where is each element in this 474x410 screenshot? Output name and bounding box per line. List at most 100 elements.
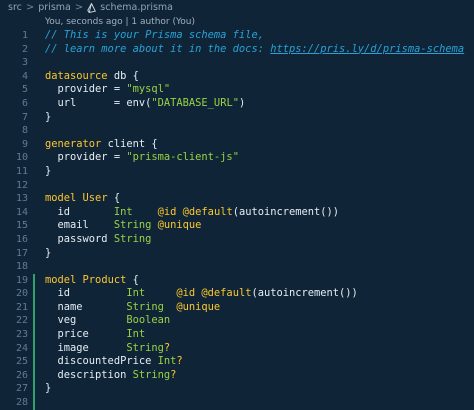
line-content: price Int bbox=[45, 328, 146, 342]
code-line[interactable]: 24 image String? bbox=[0, 341, 474, 356]
code-token: price bbox=[45, 328, 127, 341]
line-content: provider = "prisma-client-js" bbox=[45, 151, 239, 165]
code-line[interactable]: 2 // learn more about it in the docs: htt… bbox=[0, 43, 474, 57]
line-number: 4 bbox=[21, 70, 28, 82]
code-line[interactable]: 14 id Int @id @default(autoincrement()) bbox=[0, 206, 474, 220]
line-content: provider = "mysql" bbox=[45, 83, 171, 97]
chevron-right-icon: > bbox=[25, 2, 35, 13]
code-token: } bbox=[45, 164, 52, 177]
code-line[interactable]: 7} bbox=[0, 111, 474, 125]
code-line[interactable]: 17} bbox=[0, 247, 474, 261]
code-line[interactable]: 26 description String? bbox=[0, 368, 474, 383]
code-token: provider bbox=[45, 83, 114, 96]
git-added-gutter-marker[interactable] bbox=[33, 300, 35, 315]
code-line[interactable]: 3 bbox=[0, 56, 474, 70]
code-line[interactable]: 1 // This is your Prisma schema file, bbox=[0, 29, 474, 43]
line-number: 13 bbox=[15, 193, 28, 205]
git-added-gutter-marker[interactable] bbox=[33, 355, 35, 369]
code-token: id bbox=[45, 287, 127, 300]
breadcrumb-item-src[interactable]: src bbox=[8, 2, 22, 13]
code-token: // This is your Prisma schema file, bbox=[45, 29, 264, 41]
line-number: 27 bbox=[15, 383, 28, 395]
code-line[interactable]: 13 model User { bbox=[0, 192, 474, 206]
code-line[interactable]: 28 bbox=[0, 396, 474, 410]
code-line[interactable]: 25 discountedPrice Int? bbox=[0, 355, 474, 369]
git-added-gutter-marker[interactable] bbox=[33, 287, 35, 301]
code-token: veg bbox=[45, 314, 127, 327]
code-line[interactable]: 10 provider = "prisma-client-js" bbox=[0, 151, 474, 165]
git-added-gutter-marker[interactable] bbox=[33, 273, 35, 288]
git-added-gutter-marker[interactable] bbox=[33, 382, 35, 397]
git-blame-annotation[interactable]: You, seconds ago | 1 author (You) bbox=[45, 15, 195, 29]
line-number: 20 bbox=[15, 288, 28, 300]
breadcrumb-item-prisma[interactable]: prisma bbox=[38, 2, 71, 13]
code-line[interactable]: 23 price Int bbox=[0, 328, 474, 342]
line-content: discountedPrice Int? bbox=[45, 355, 183, 369]
line-number: 19 bbox=[15, 274, 28, 286]
code-line[interactable]: 4 datasource db { bbox=[0, 70, 474, 84]
code-line[interactable]: 22 veg Boolean bbox=[0, 314, 474, 329]
git-added-gutter-marker[interactable] bbox=[33, 396, 35, 410]
git-added-gutter-marker[interactable] bbox=[33, 314, 35, 329]
line-number: 3 bbox=[21, 57, 28, 69]
code-line[interactable]: 21 name String @unique bbox=[0, 300, 474, 315]
code-token: } bbox=[45, 246, 52, 259]
code-token: model bbox=[45, 273, 83, 286]
code-line[interactable]: 5 provider = "mysql" bbox=[0, 83, 474, 97]
code-token: Product bbox=[82, 273, 133, 286]
line-content: // This is your Prisma schema file, bbox=[45, 29, 264, 43]
code-token[interactable]: https://pris.ly/d/prisma-schema bbox=[270, 43, 464, 55]
code-line[interactable]: 27} bbox=[0, 382, 474, 397]
code-token: ? bbox=[176, 355, 183, 368]
code-token: (autoincrement()) bbox=[251, 287, 358, 300]
line-number: 16 bbox=[15, 233, 28, 245]
code-line[interactable]: 9 generator client { bbox=[0, 138, 474, 152]
git-added-gutter-marker[interactable] bbox=[33, 341, 35, 356]
git-added-gutter-marker[interactable] bbox=[33, 328, 35, 342]
code-line[interactable]: 16 password String bbox=[0, 233, 474, 247]
code-line[interactable]: 6 url = env("DATABASE_URL") bbox=[0, 97, 474, 111]
line-number: 2 bbox=[21, 43, 28, 55]
code-line[interactable]: 12 bbox=[0, 179, 474, 193]
code-token: User bbox=[82, 192, 114, 205]
code-token: datasource bbox=[45, 69, 114, 82]
code-line[interactable]: 20 id Int @id @default(autoincrement()) bbox=[0, 287, 474, 301]
line-number: 25 bbox=[15, 356, 28, 368]
line-content: id Int @id @default(autoincrement()) bbox=[45, 205, 340, 220]
line-content: id Int @id @default(autoincrement()) bbox=[45, 287, 358, 301]
git-added-gutter-marker[interactable] bbox=[33, 368, 35, 383]
breadcrumb: src > prisma > schema.prisma bbox=[0, 0, 474, 15]
line-content: veg Boolean bbox=[45, 314, 171, 328]
line-content: generator client { bbox=[45, 138, 158, 152]
line-content: model Product { bbox=[45, 274, 139, 288]
code-lines[interactable]: 1 // This is your Prisma schema file, 2 // … bbox=[0, 29, 474, 410]
code-token: "prisma-client-js" bbox=[126, 151, 239, 164]
line-number: 18 bbox=[15, 261, 28, 273]
code-token: ) bbox=[238, 96, 246, 109]
code-token: @id @default bbox=[176, 287, 252, 300]
code-token: db bbox=[113, 69, 133, 82]
code-token: Int bbox=[126, 328, 146, 341]
code-token: discountedPrice bbox=[45, 355, 158, 368]
code-token: { bbox=[113, 192, 121, 205]
code-token: description bbox=[45, 368, 133, 381]
code-line[interactable]: 15 email String @unique bbox=[0, 219, 474, 233]
code-line[interactable]: 11} bbox=[0, 165, 474, 179]
code-token: Int bbox=[126, 287, 146, 300]
code-token: @id @default bbox=[157, 205, 233, 218]
line-content: } bbox=[45, 165, 51, 179]
line-content: } bbox=[45, 111, 51, 125]
code-token: password bbox=[45, 232, 114, 245]
line-number: 24 bbox=[15, 342, 28, 354]
code-line[interactable]: 18 bbox=[0, 260, 474, 274]
line-number: 9 bbox=[21, 138, 28, 150]
code-line[interactable]: 8 bbox=[0, 124, 474, 138]
code-token: String bbox=[126, 300, 177, 313]
breadcrumb-item-file[interactable]: schema.prisma bbox=[100, 2, 173, 13]
code-line[interactable]: 19 model Product { bbox=[0, 273, 474, 288]
code-token: = bbox=[113, 83, 127, 96]
line-number: 15 bbox=[15, 220, 28, 232]
code-token: client bbox=[107, 137, 152, 150]
line-number: 21 bbox=[15, 301, 28, 313]
code-editor[interactable]: src > prisma > schema.prisma You, second… bbox=[0, 0, 474, 410]
